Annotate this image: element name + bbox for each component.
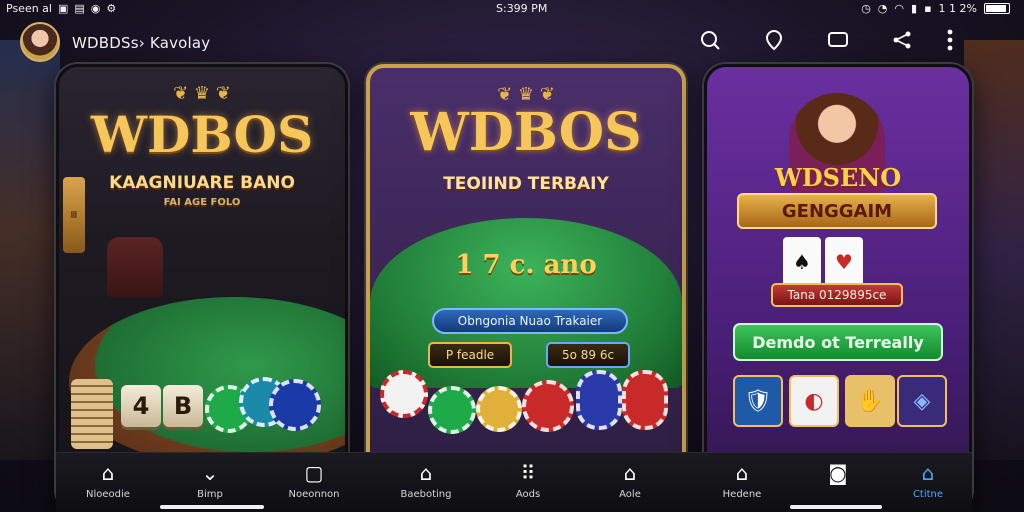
store-icon: ⌂: [921, 461, 935, 485]
wifi-icon: ◠: [894, 1, 905, 15]
nav-label: Nloeodie: [86, 489, 130, 500]
promo-banner: GENGGAIM: [737, 193, 937, 229]
game-tile-icon[interactable]: ◈: [897, 375, 947, 427]
game-tile-icon[interactable]: 🛡: [733, 375, 783, 427]
home-indicator[interactable]: [790, 505, 882, 509]
chip-green: [428, 386, 476, 434]
status-time: S:399 PM: [496, 1, 548, 15]
cta-button[interactable]: Demdo ot Terreally: [733, 323, 943, 361]
share-icon[interactable]: [888, 26, 916, 54]
nav-label: Aods: [515, 489, 541, 500]
notification-icon: ▣: [57, 1, 69, 15]
battery-small-icon: ▪: [924, 1, 932, 15]
chair-image: [107, 237, 163, 297]
chip-white: [380, 370, 428, 418]
battery-percent: 1 1 2%: [938, 1, 977, 15]
home-icon: ⌂: [735, 461, 749, 485]
phone-screen-center: ❦ ♛ ❦ WDBOS TEOIIND TERBAIY 1 7 c. ano O…: [366, 64, 686, 512]
bet-button-right[interactable]: 5o 89 6c: [546, 342, 630, 368]
info-banner[interactable]: Obngonia Nuao Trakaier: [432, 308, 628, 334]
frame-icon: ▢: [304, 461, 324, 485]
nav-item-hedene[interactable]: ⌂ Hedene: [702, 459, 782, 500]
bottom-navigation: ⌂ Nloeodie ⌄ Bimp ▢ Noeonnon ⌂ Baeboting…: [56, 452, 972, 512]
tagline: TEOIIND TERBAIY: [443, 174, 609, 194]
roulette-table-image: [370, 218, 682, 388]
chip-stack: [71, 379, 113, 449]
nav-item-betting[interactable]: ⌂ Baeboting: [386, 459, 466, 500]
chip-gold: [476, 386, 522, 432]
background-left: [0, 40, 60, 460]
chip-blue: [269, 379, 321, 431]
brand-logo: WDSENO: [774, 163, 902, 192]
nav-label: Bimp: [197, 489, 223, 500]
tagline: KAAGNIUARE BANO: [109, 173, 295, 193]
house-icon: ⌂: [419, 461, 433, 485]
chip-blue-stack: [576, 370, 622, 430]
chevron-down-icon: ⌄: [201, 461, 219, 485]
status-right: ◷ ◔ ◠ ▮ ▪ 1 1 2%: [861, 2, 1010, 15]
app-actions: [696, 26, 916, 54]
status-left-text: Pseen al: [6, 1, 52, 15]
chat-icon[interactable]: [824, 26, 852, 54]
home-indicator[interactable]: [160, 505, 264, 509]
brand-logo: WDBOS: [410, 102, 642, 163]
status-left: Pseen al ▣ ▤ ◉ ⚙: [6, 2, 116, 15]
app-title: WDBDSs› Kavolay: [72, 34, 211, 52]
background-right: [964, 40, 1024, 460]
dots-icon: ⠿: [520, 461, 536, 485]
whatsapp-icon: ◉: [90, 1, 101, 15]
phone-screen-left: ❦ ♛ ❦ WDBOS KAAGNIUARE BANO FAI AGE FOLO…: [56, 64, 348, 512]
card-spade: ♠: [783, 237, 821, 287]
nav-label: Baeboting: [400, 489, 452, 500]
search-icon[interactable]: [696, 26, 724, 54]
game-tile-icon[interactable]: ◐: [789, 375, 839, 427]
mute-icon: ◔: [877, 1, 888, 15]
nav-item-frame[interactable]: ▢ Noeonnon: [274, 459, 354, 500]
location-icon[interactable]: [760, 26, 788, 54]
phone-screen-right: WDSENO GENGGAIM ♠ ♥ Tana 0129895ce Demdo…: [704, 64, 972, 512]
shop-icon: ⌂: [623, 461, 637, 485]
nav-label: Hedene: [722, 489, 762, 500]
status-bar: Pseen al ▣ ▤ ◉ ⚙ S:399 PM ◷ ◔ ◠ ▮ ▪ 1 1 …: [0, 0, 1024, 16]
bet-button-left[interactable]: P feadle: [428, 342, 512, 368]
home-icon: ⌂: [101, 461, 115, 485]
image-icon: ▤: [74, 1, 85, 15]
card-heart: ♥: [825, 237, 863, 287]
nav-label: Aole: [619, 489, 641, 500]
nav-item-bimp[interactable]: ⌄ Bimp: [170, 459, 250, 500]
crown-ornament-icon: ❦ ♛ ❦: [173, 83, 231, 104]
nav-item-aods[interactable]: ⠿ Aods: [488, 459, 568, 500]
avatar[interactable]: [20, 22, 60, 62]
nav-item-store[interactable]: ⌂ Ctitne: [888, 459, 968, 500]
subtagline: FAI AGE FOLO: [163, 197, 241, 208]
dice-tile: 4: [121, 385, 161, 427]
signal-icon: ▮: [911, 1, 918, 15]
nav-item-camera[interactable]: ◙: [798, 459, 878, 489]
odds-display: 1 7 c. ano: [455, 250, 597, 280]
promo-code[interactable]: Tana 0129895ce: [771, 283, 903, 307]
more-options-icon[interactable]: [936, 26, 964, 54]
side-drawer-tab[interactable]: ≡: [63, 177, 85, 253]
nav-item-home[interactable]: ⌂ Nloeodie: [68, 459, 148, 500]
camera-icon: ◙: [828, 461, 848, 485]
battery-icon: [984, 2, 1010, 14]
alarm-icon: ◷: [861, 1, 871, 15]
chip-red: [522, 380, 574, 432]
game-tile-icon[interactable]: ✋: [845, 375, 895, 427]
nav-label: Ctitne: [912, 489, 944, 500]
app-bar: WDBDSs› Kavolay: [0, 20, 1024, 64]
brand-logo: WDBOS: [90, 105, 314, 164]
settings-icon: ⚙: [106, 1, 117, 15]
nav-label: Noeonnon: [288, 489, 340, 500]
dice-tile: B: [163, 385, 203, 427]
chip-red-stack: [622, 370, 668, 430]
nav-item-aole[interactable]: ⌂ Aole: [590, 459, 670, 500]
